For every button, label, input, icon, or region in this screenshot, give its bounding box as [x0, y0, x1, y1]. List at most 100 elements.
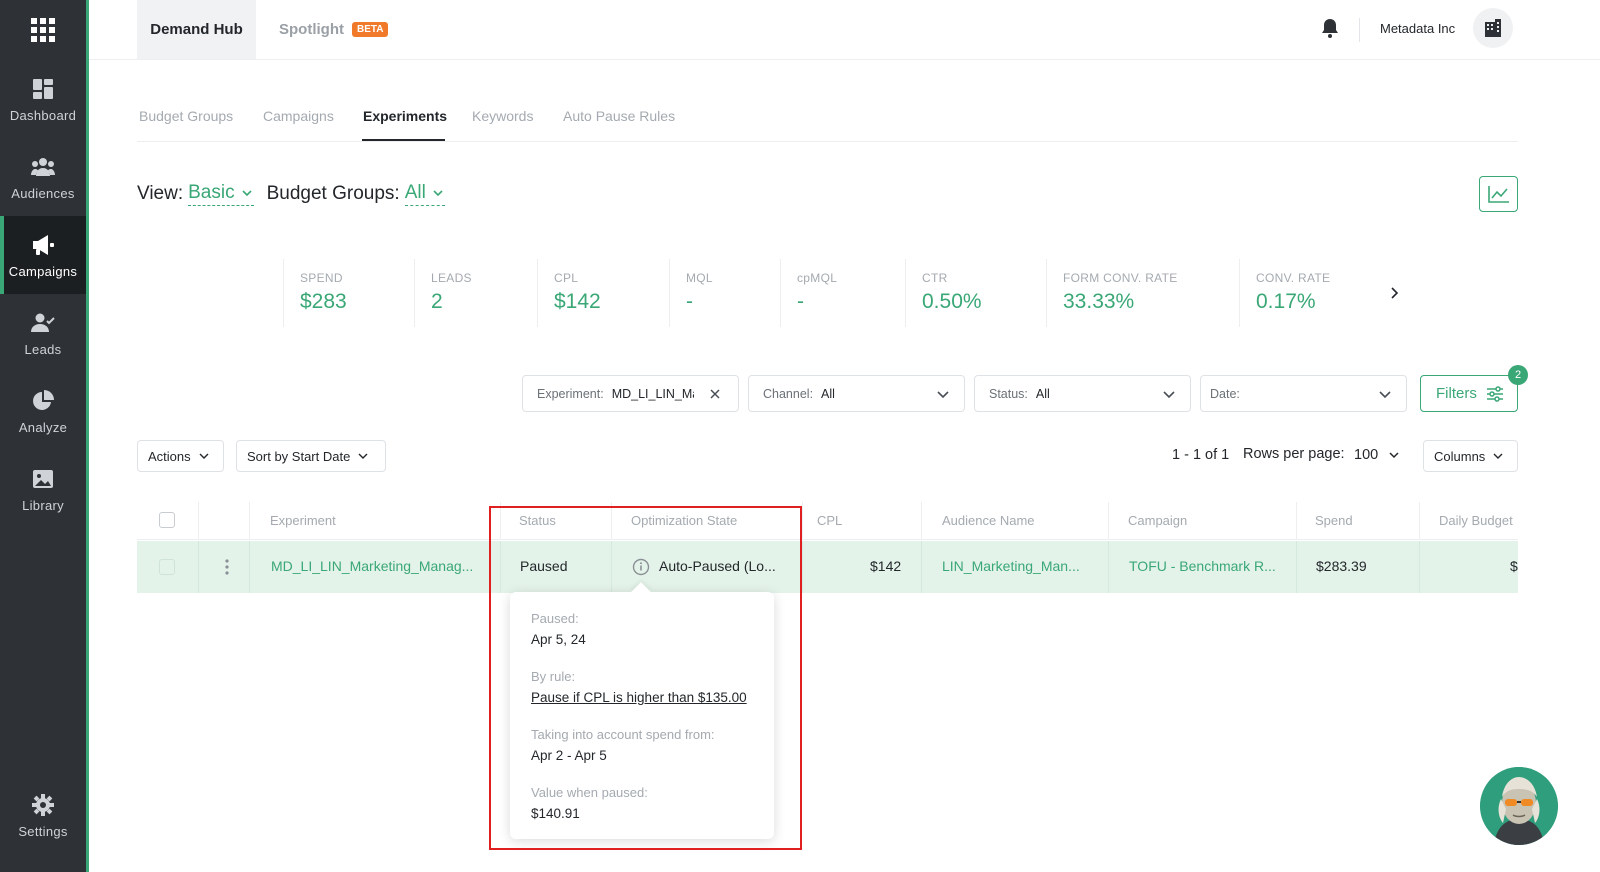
column-divider [802, 541, 803, 593]
chevron-down-icon [358, 453, 368, 459]
sidebar: Dashboard Audiences Campaigns Leads Anal… [0, 0, 86, 872]
header-campaign[interactable]: Campaign [1128, 513, 1187, 528]
header-experiment[interactable]: Experiment [270, 513, 336, 528]
column-divider [198, 541, 199, 593]
daily-budget-cell: $ [1510, 558, 1518, 574]
rows-per-page-label: Rows per page: [1243, 446, 1345, 462]
column-divider [1108, 541, 1109, 593]
table-row[interactable]: MD_LI_LIN_Marketing_Manag... Paused Auto… [137, 541, 1518, 593]
budget-groups-dropdown[interactable]: All [404, 182, 445, 206]
kpi-label: SPEND [300, 271, 343, 285]
kpi-label: CONV. RATE [1256, 271, 1331, 285]
experiment-link[interactable]: MD_LI_LIN_Marketing_Manag... [271, 558, 483, 574]
rows-per-page-select[interactable]: 100 [1354, 447, 1400, 463]
sidebar-item-label: Dashboard [9, 107, 77, 123]
columns-button[interactable]: Columns [1423, 440, 1518, 472]
kpi-value: $142 [554, 290, 601, 313]
tab-demand-hub[interactable]: Demand Hub [137, 0, 256, 59]
column-divider [1296, 502, 1297, 540]
status-filter[interactable]: Status: All [974, 375, 1191, 412]
tab-auto-pause-rules[interactable]: Auto Pause Rules [563, 108, 675, 124]
campaign-link[interactable]: TOFU - Benchmark R... [1129, 558, 1281, 574]
filter-label: Date: [1210, 386, 1240, 401]
chevron-down-icon [433, 190, 443, 197]
header-spend[interactable]: Spend [1315, 513, 1353, 528]
view-value: Basic [188, 182, 235, 203]
kpi-cpmql: cpMQL - [780, 259, 905, 327]
header-daily-budget[interactable]: Daily Budget [1439, 513, 1513, 528]
sidebar-item-label: Leads [24, 341, 62, 357]
filter-label: Status: [989, 386, 1028, 401]
kpi-cpl: CPL $142 [537, 259, 669, 327]
chevron-down-icon [937, 391, 949, 399]
kpi-label: FORM CONV. RATE [1063, 271, 1178, 285]
column-divider [1419, 541, 1420, 593]
close-icon[interactable] [709, 388, 721, 400]
org-name[interactable]: Metadata Inc [1380, 21, 1455, 36]
org-building-icon[interactable] [1473, 8, 1513, 48]
kpi-value: 0.50% [922, 290, 982, 313]
rows-per-page-value: 100 [1354, 447, 1379, 463]
chevron-down-icon [199, 453, 209, 459]
audience-link[interactable]: LIN_Marketing_Man... [942, 558, 1092, 574]
kpi-ctr: CTR 0.50% [905, 259, 1046, 327]
header-cpl[interactable]: CPL [817, 513, 842, 528]
line-chart-icon [1487, 186, 1509, 203]
app-grid-button[interactable] [0, 0, 86, 60]
header-audience-name[interactable]: Audience Name [942, 513, 1035, 528]
kpi-value: - [797, 290, 804, 313]
kpi-value: 2 [431, 290, 443, 313]
pagination-summary: 1 - 1 of 1 [1172, 447, 1230, 463]
sidebar-item-analyze[interactable]: Analyze [0, 372, 86, 450]
chevron-down-icon [1389, 452, 1399, 459]
experiment-filter[interactable]: Experiment: MD_LI_LIN_Ma [522, 375, 739, 412]
top-bar: Demand Hub Spotlight BETA Metadata Inc [89, 0, 1600, 60]
sidebar-item-dashboard[interactable]: Dashboard [0, 60, 86, 138]
view-selector-row: View: Basic Budget Groups: All [137, 182, 445, 206]
megaphone-icon [30, 232, 56, 258]
sidebar-item-settings[interactable]: Settings [0, 776, 86, 854]
kpi-next-button[interactable] [1384, 283, 1404, 303]
tab-experiments[interactable]: Experiments [363, 108, 447, 124]
tab-spotlight[interactable]: Spotlight BETA [279, 0, 389, 59]
notifications-bell-icon[interactable] [1321, 18, 1341, 40]
view-dropdown[interactable]: Basic [188, 182, 254, 206]
kpi-value: 0.17% [1256, 290, 1316, 313]
sidebar-item-leads[interactable]: Leads [0, 294, 86, 372]
filter-label: Experiment: [537, 386, 604, 401]
leads-icon [30, 310, 56, 336]
more-options-icon[interactable] [225, 559, 229, 575]
kpi-spend: SPEND $283 [283, 259, 414, 327]
spend-cell: $283.39 [1316, 558, 1367, 574]
assistant-avatar[interactable] [1480, 767, 1558, 845]
tab-keywords[interactable]: Keywords [472, 108, 533, 124]
select-all-checkbox[interactable] [159, 512, 175, 528]
channel-filter[interactable]: Channel: All [748, 375, 965, 412]
kpi-label: CPL [554, 271, 579, 285]
audiences-icon [30, 154, 56, 180]
sort-button[interactable]: Sort by Start Date [236, 440, 386, 472]
sidebar-item-label: Campaigns [8, 263, 78, 279]
sidebar-item-audiences[interactable]: Audiences [0, 138, 86, 216]
status-filter-value: All [1035, 386, 1050, 401]
tab-campaigns[interactable]: Campaigns [263, 108, 334, 124]
row-checkbox[interactable] [159, 559, 175, 575]
sidebar-item-label: Library [22, 497, 64, 513]
annotation-highlight-box [489, 506, 802, 850]
kpi-label: CTR [922, 271, 948, 285]
column-divider [198, 502, 199, 540]
filter-label: Channel: [763, 386, 814, 401]
sub-tabs: Budget Groups Campaigns Experiments Keyw… [137, 100, 1518, 142]
kpi-mql: MQL - [669, 259, 780, 327]
filters-button[interactable]: Filters [1420, 375, 1518, 412]
tab-budget-groups[interactable]: Budget Groups [139, 108, 233, 124]
sidebar-item-campaigns[interactable]: Campaigns [0, 216, 86, 294]
kpi-label: LEADS [431, 271, 472, 285]
chart-toggle-button[interactable] [1479, 176, 1518, 212]
sidebar-item-library[interactable]: Library [0, 450, 86, 528]
cpl-cell: $142 [870, 558, 902, 574]
chevron-down-icon [1379, 391, 1391, 399]
date-filter[interactable]: Date: [1200, 375, 1407, 412]
actions-button[interactable]: Actions [137, 440, 224, 472]
chevron-down-icon [1163, 391, 1175, 399]
